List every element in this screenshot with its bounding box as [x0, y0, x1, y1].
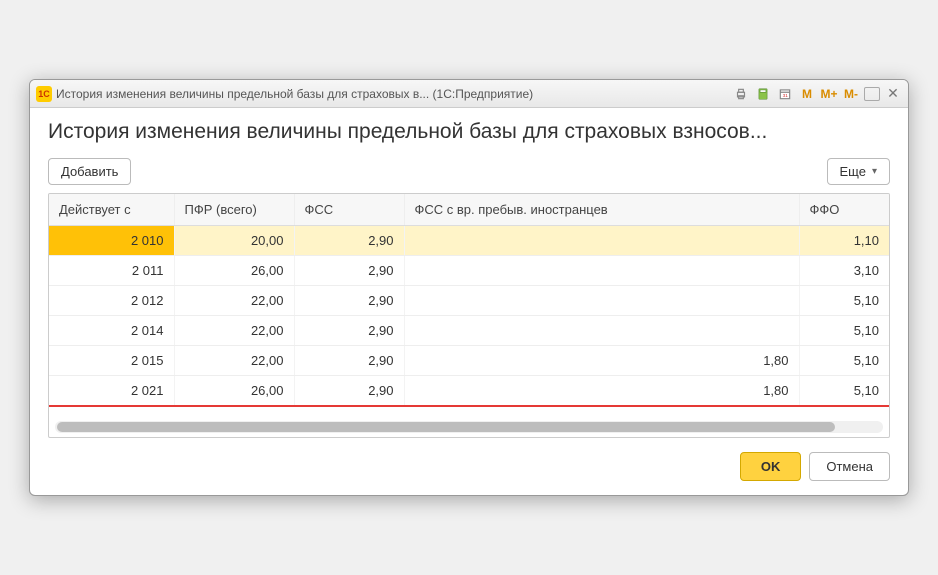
cell-fss[interactable]: 2,90 [294, 286, 404, 316]
toolbar: Добавить Еще [48, 158, 890, 185]
cell-fss[interactable]: 2,90 [294, 316, 404, 346]
col-header-pfr[interactable]: ПФР (всего) [174, 194, 294, 226]
more-button[interactable]: Еще [827, 158, 890, 185]
col-header-ffo[interactable]: ФФО [799, 194, 889, 226]
cell-date[interactable]: 2 015 [49, 346, 174, 376]
cell-pfr[interactable]: 22,00 [174, 286, 294, 316]
svg-text:31: 31 [783, 92, 789, 97]
cell-fss_foreign[interactable] [404, 256, 799, 286]
m-icon[interactable]: M [798, 85, 816, 103]
cell-fss[interactable]: 2,90 [294, 226, 404, 256]
window-title: История изменения величины предельной ба… [56, 87, 533, 101]
col-header-fss-foreign[interactable]: ФСС с вр. пребыв. иностранцев [404, 194, 799, 226]
cell-ffo[interactable]: 5,10 [799, 286, 889, 316]
cell-date[interactable]: 2 011 [49, 256, 174, 286]
table-row[interactable]: 2 01522,002,901,805,10 [49, 346, 889, 376]
app-icon: 1C [36, 86, 52, 102]
titlebar: 1C История изменения величины предельной… [30, 80, 908, 108]
print-icon[interactable] [732, 85, 750, 103]
cell-fss[interactable]: 2,90 [294, 376, 404, 407]
maximize-icon[interactable] [864, 87, 880, 101]
cell-ffo[interactable]: 1,10 [799, 226, 889, 256]
cell-pfr[interactable]: 26,00 [174, 376, 294, 407]
table-row[interactable]: 2 01222,002,90 5,10 [49, 286, 889, 316]
cell-fss_foreign[interactable]: 1,80 [404, 346, 799, 376]
cell-fss_foreign[interactable]: 1,80 [404, 376, 799, 407]
data-grid[interactable]: Действует с ПФР (всего) ФСС ФСС с вр. пр… [48, 193, 890, 438]
cell-pfr[interactable]: 20,00 [174, 226, 294, 256]
cell-ffo[interactable]: 5,10 [799, 376, 889, 407]
cancel-button[interactable]: Отмена [809, 452, 890, 481]
cell-pfr[interactable]: 22,00 [174, 346, 294, 376]
cell-date[interactable]: 2 012 [49, 286, 174, 316]
cell-date[interactable]: 2 010 [49, 226, 174, 256]
scroll-area [49, 407, 889, 437]
cell-pfr[interactable]: 22,00 [174, 316, 294, 346]
page-title: История изменения величины предельной ба… [48, 120, 890, 144]
header-row: Действует с ПФР (всего) ФСС ФСС с вр. пр… [49, 194, 889, 226]
calculator-icon[interactable] [754, 85, 772, 103]
cell-date[interactable]: 2 014 [49, 316, 174, 346]
cell-ffo[interactable]: 3,10 [799, 256, 889, 286]
cell-fss[interactable]: 2,90 [294, 256, 404, 286]
col-header-date[interactable]: Действует с [49, 194, 174, 226]
table-row[interactable]: 2 01422,002,90 5,10 [49, 316, 889, 346]
cell-ffo[interactable]: 5,10 [799, 346, 889, 376]
calendar-icon[interactable]: 31 [776, 85, 794, 103]
cell-ffo[interactable]: 5,10 [799, 316, 889, 346]
window: 1C История изменения величины предельной… [29, 79, 909, 496]
cell-fss_foreign[interactable] [404, 286, 799, 316]
footer: OK Отмена [48, 452, 890, 481]
cell-fss_foreign[interactable] [404, 226, 799, 256]
close-icon[interactable]: ✕ [884, 85, 902, 103]
table-row[interactable]: 2 01020,002,90 1,10 [49, 226, 889, 256]
cell-fss_foreign[interactable] [404, 316, 799, 346]
horizontal-scrollbar[interactable] [55, 421, 883, 433]
col-header-fss[interactable]: ФСС [294, 194, 404, 226]
content-area: История изменения величины предельной ба… [30, 108, 908, 495]
add-button[interactable]: Добавить [48, 158, 131, 185]
cell-date[interactable]: 2 021 [49, 376, 174, 407]
scrollbar-thumb[interactable] [57, 422, 835, 432]
more-button-label: Еще [840, 164, 866, 179]
cell-pfr[interactable]: 26,00 [174, 256, 294, 286]
m-minus-icon[interactable]: M- [842, 85, 860, 103]
cell-fss[interactable]: 2,90 [294, 346, 404, 376]
table-row[interactable]: 2 02126,002,901,805,10 [49, 376, 889, 407]
table-row[interactable]: 2 01126,002,90 3,10 [49, 256, 889, 286]
ok-button[interactable]: OK [740, 452, 802, 481]
m-plus-icon[interactable]: M+ [820, 85, 838, 103]
